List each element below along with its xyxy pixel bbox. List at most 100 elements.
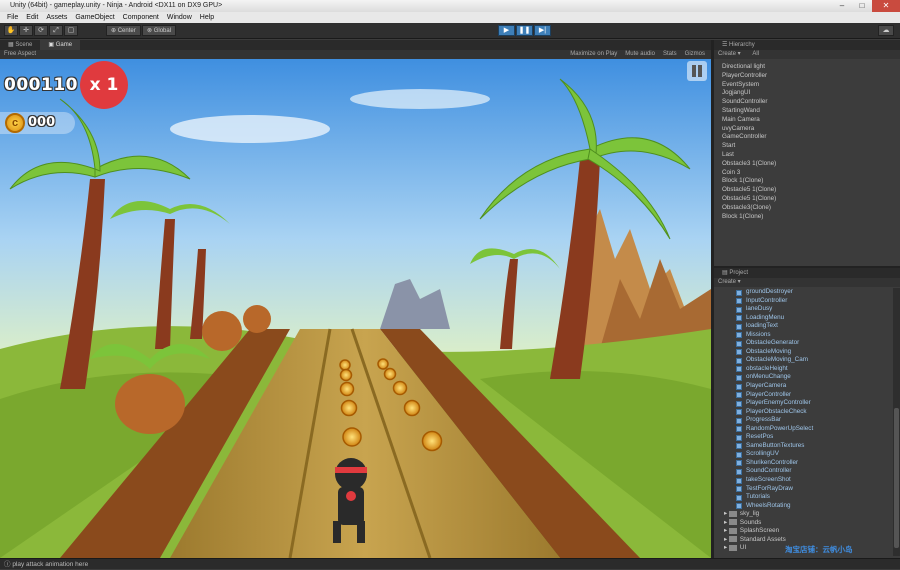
project-toolbar: Create ▾ bbox=[714, 278, 900, 287]
menu-gameobject[interactable]: GameObject bbox=[71, 12, 118, 23]
project-script-item[interactable]: obstacleHeight bbox=[714, 365, 892, 374]
folder-icon bbox=[728, 544, 737, 551]
project-script-item[interactable]: laneDusy bbox=[714, 305, 892, 314]
console-warning-icon[interactable]: ⓘ bbox=[4, 561, 11, 568]
project-script-item[interactable]: ScrollingUV bbox=[714, 450, 892, 459]
hierarchy-item[interactable]: Obstacle3(Clone) bbox=[714, 204, 900, 213]
project-folder-item[interactable]: ▸ SplashScreen bbox=[714, 527, 892, 536]
aspect-dropdown[interactable]: Free Aspect bbox=[4, 50, 36, 59]
hierarchy-item[interactable]: Obstacle5 1(Clone) bbox=[714, 195, 900, 204]
project-script-item[interactable]: ResetPos bbox=[714, 433, 892, 442]
hierarchy-item[interactable]: EventSystem bbox=[714, 81, 900, 90]
project-script-item[interactable]: onMenuChange bbox=[714, 373, 892, 382]
hierarchy-search-input[interactable]: All bbox=[752, 51, 759, 57]
hierarchy-item[interactable]: SoundController bbox=[714, 98, 900, 107]
hierarchy-item[interactable]: uvyCamera bbox=[714, 125, 900, 134]
hierarchy-create-button[interactable]: Create ▾ bbox=[718, 51, 741, 57]
script-file-label: SoundController bbox=[746, 467, 792, 475]
project-script-item[interactable]: takeScreenShot bbox=[714, 476, 892, 485]
hierarchy-item[interactable]: Coin 3 bbox=[714, 169, 900, 178]
hierarchy-item[interactable]: Obstacle5 1(Clone) bbox=[714, 186, 900, 195]
folder-icon bbox=[728, 519, 737, 526]
project-list: groundDestroyer InputController laneDusy Lo… bbox=[714, 288, 892, 553]
mute-audio-toggle[interactable]: Mute audio bbox=[625, 50, 655, 59]
scrollbar-thumb[interactable] bbox=[894, 408, 899, 548]
hierarchy-item[interactable]: Directional light bbox=[714, 63, 900, 72]
project-script-item[interactable]: ObstacleMoving_Cam bbox=[714, 356, 892, 365]
move-tool-icon[interactable]: ✛ bbox=[19, 25, 33, 36]
script-file-icon bbox=[736, 392, 742, 399]
project-script-item[interactable]: LoadingMenu bbox=[714, 314, 892, 323]
gizmos-dropdown[interactable]: Gizmos bbox=[685, 50, 705, 59]
space-toggle-button[interactable]: ⊗ Global bbox=[142, 25, 177, 36]
menu-edit[interactable]: Edit bbox=[22, 12, 42, 23]
folder-label: Sounds bbox=[739, 518, 762, 526]
scale-tool-icon[interactable]: ⤢ bbox=[49, 25, 63, 36]
project-scrollbar[interactable] bbox=[893, 288, 900, 556]
project-script-item[interactable]: ProgressBar bbox=[714, 416, 892, 425]
script-file-label: onMenuChange bbox=[746, 373, 791, 381]
project-script-item[interactable]: ObstacleMoving bbox=[714, 348, 892, 357]
maximize-icon[interactable]: □ bbox=[852, 0, 872, 12]
pause-button[interactable] bbox=[687, 61, 707, 81]
project-script-item[interactable]: PlayerObstacleCheck bbox=[714, 408, 892, 417]
menu-help[interactable]: Help bbox=[196, 12, 218, 23]
project-script-item[interactable]: PlayerCamera bbox=[714, 382, 892, 391]
hierarchy-item[interactable]: Start bbox=[714, 142, 900, 151]
play-icon[interactable]: ▶ bbox=[498, 25, 515, 36]
hierarchy-item[interactable]: PlayerController bbox=[714, 72, 900, 81]
hierarchy-item[interactable]: Main Camera bbox=[714, 116, 900, 125]
hierarchy-tab[interactable]: ☰ Hierarchy bbox=[714, 40, 900, 50]
project-script-item[interactable]: InputController bbox=[714, 297, 892, 306]
project-script-item[interactable]: Tutorials bbox=[714, 493, 892, 502]
coin bbox=[377, 358, 389, 370]
pause-icon[interactable]: ❚❚ bbox=[516, 25, 533, 36]
game-viewport[interactable]: 000110 x 1 c 000 bbox=[0, 59, 711, 558]
project-script-item[interactable]: WheelsRotating bbox=[714, 502, 892, 511]
menu-component[interactable]: Component bbox=[119, 12, 163, 23]
minimize-icon[interactable]: – bbox=[832, 0, 852, 12]
game-view-options: Free Aspect Maximize on Play Mute audio … bbox=[0, 50, 711, 59]
hierarchy-item[interactable]: StartingWand bbox=[714, 107, 900, 116]
project-script-item[interactable]: SoundController bbox=[714, 467, 892, 476]
status-message[interactable]: play attack animation here bbox=[12, 561, 88, 568]
project-script-item[interactable]: PlayerController bbox=[714, 391, 892, 400]
folder-label: Standard Assets bbox=[739, 535, 786, 543]
step-icon[interactable]: ▶| bbox=[534, 25, 551, 36]
project-script-item[interactable]: loadingText bbox=[714, 322, 892, 331]
project-folder-item[interactable]: ▸ Sounds bbox=[714, 519, 892, 528]
project-script-item[interactable]: RandomPowerUpSelect bbox=[714, 425, 892, 434]
tab-game[interactable]: ▣ Game bbox=[40, 40, 81, 50]
folder-label: SplashScreen bbox=[739, 527, 780, 535]
hierarchy-item[interactable]: Obstacle3 1(Clone) bbox=[714, 160, 900, 169]
hierarchy-item[interactable]: Block 1(Clone) bbox=[714, 177, 900, 186]
coin bbox=[340, 399, 358, 417]
project-folder-item[interactable]: ▸ sky_lig bbox=[714, 510, 892, 519]
project-script-item[interactable]: PlayerEnemyController bbox=[714, 399, 892, 408]
project-script-item[interactable]: ObstacleGenerator bbox=[714, 339, 892, 348]
project-script-item[interactable]: TestForRayDraw bbox=[714, 485, 892, 494]
hierarchy-item[interactable]: GameController bbox=[714, 133, 900, 142]
stats-toggle[interactable]: Stats bbox=[663, 50, 677, 59]
menu-window[interactable]: Window bbox=[163, 12, 196, 23]
project-script-item[interactable]: SameButtonTextures bbox=[714, 442, 892, 451]
project-create-button[interactable]: Create ▾ bbox=[718, 279, 741, 285]
menu-file[interactable]: File bbox=[3, 12, 22, 23]
pivot-toggle-button[interactable]: ⊕ Center bbox=[106, 25, 141, 36]
coin bbox=[342, 427, 362, 447]
rotate-tool-icon[interactable]: ⟳ bbox=[34, 25, 48, 36]
project-tab[interactable]: ▤ Project bbox=[714, 268, 900, 278]
tab-scene[interactable]: ▦ Scene bbox=[0, 40, 40, 50]
layers-icon[interactable]: ☁ bbox=[878, 25, 894, 36]
hand-tool-icon[interactable]: ✋ bbox=[4, 25, 18, 36]
hierarchy-item[interactable]: JogjangUI bbox=[714, 89, 900, 98]
project-script-item[interactable]: ShurikenController bbox=[714, 459, 892, 468]
hierarchy-item[interactable]: Block 1(Clone) bbox=[714, 213, 900, 222]
rect-tool-icon[interactable]: ▢ bbox=[64, 25, 78, 36]
project-script-item[interactable]: groundDestroyer bbox=[714, 288, 892, 297]
menu-assets[interactable]: Assets bbox=[42, 12, 71, 23]
maximize-on-play-toggle[interactable]: Maximize on Play bbox=[570, 50, 617, 59]
project-script-item[interactable]: Missions bbox=[714, 331, 892, 340]
close-icon[interactable]: ✕ bbox=[872, 0, 900, 12]
hierarchy-item[interactable]: Last bbox=[714, 151, 900, 160]
